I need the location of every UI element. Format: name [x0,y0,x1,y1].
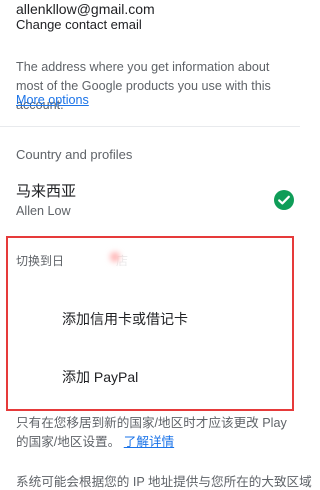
profile-name: Allen Low [16,204,71,218]
ip-location-note: 系统可能会根据您的 IP 地址提供与您所在的大致区域 [16,475,312,489]
account-email: allenkllow@gmail.com [16,1,155,17]
country-profile-row[interactable]: 马来西亚 Allen Low [0,178,300,220]
more-options-link[interactable]: More options [16,92,89,108]
add-card-option[interactable]: 添加信用卡或借记卡 [62,311,188,328]
learn-more-link[interactable]: 了解详情 [124,435,174,449]
country-profiles-title: Country and profiles [16,147,133,162]
change-contact-email-link[interactable]: Change contact email [16,17,142,33]
section-divider [0,126,300,127]
add-paypal-option[interactable]: 添加 PayPal [62,369,138,386]
switch-store-label-prefix: 切换到日 [16,254,65,268]
check-circle-icon [274,190,294,210]
redacted-spot [110,252,120,262]
country-change-note: 只有在您移居到新的国家/地区时才应该更改 Play 的国家/地区设置。 了解详情 [16,414,292,452]
country-name: 马来西亚 [16,183,77,200]
